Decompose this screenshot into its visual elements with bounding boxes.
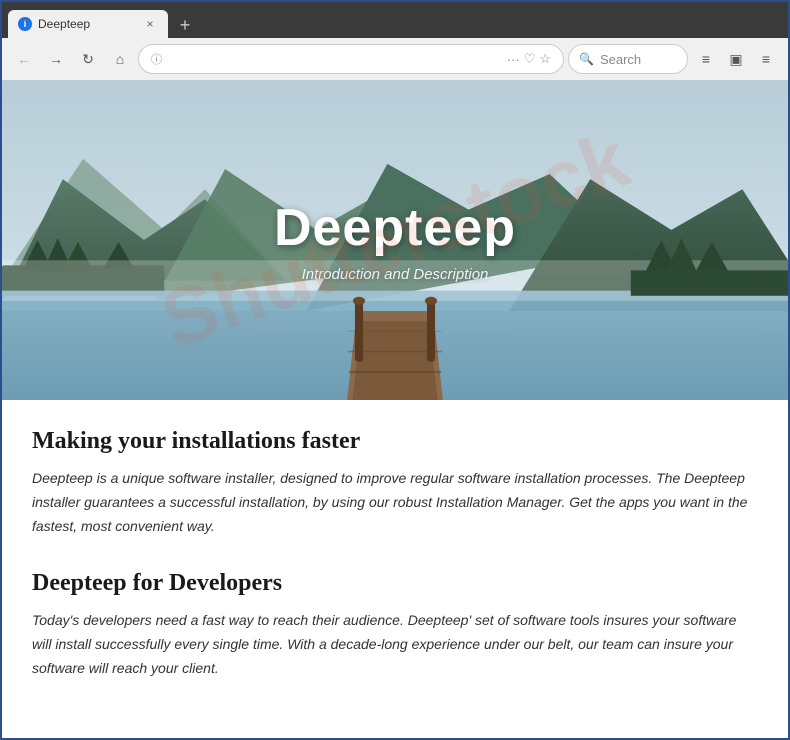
- section-1: Making your installations faster Deeptee…: [32, 428, 758, 538]
- hero-overlay: Deepteep Introduction and Description: [2, 80, 788, 400]
- url-bar[interactable]: ⓘ ··· ♡ ☆: [138, 44, 564, 74]
- search-icon: 🔍: [579, 52, 594, 66]
- hero-title: Deepteep: [274, 198, 516, 258]
- forward-button[interactable]: →: [42, 45, 70, 73]
- section-2-text: Today's developers need a fast way to re…: [32, 609, 758, 680]
- browser-content-wrapper: Deepteep Introduction and Description Sh…: [2, 80, 788, 738]
- bookmark-button[interactable]: ♡: [524, 51, 536, 67]
- tab-title: Deepteep: [38, 17, 136, 31]
- hero-subtitle: Introduction and Description: [302, 266, 489, 283]
- tab-favicon: i: [18, 17, 32, 31]
- hero-section: Deepteep Introduction and Description Sh…: [2, 80, 788, 400]
- tab-close-button[interactable]: ×: [142, 16, 158, 32]
- sidebar-button[interactable]: ▣: [722, 45, 750, 73]
- url-actions: ··· ♡ ☆: [507, 51, 551, 67]
- nav-bar: ← → ↻ ⌂ ⓘ ··· ♡ ☆ 🔍 Search ≡ ▣ ≡: [2, 38, 788, 80]
- url-security-icon: ⓘ: [151, 51, 162, 67]
- section-1-title: Making your installations faster: [32, 428, 758, 455]
- section-2-title: Deepteep for Developers: [32, 570, 758, 597]
- star-button[interactable]: ☆: [539, 51, 551, 67]
- menu-button[interactable]: ≡: [752, 45, 780, 73]
- tab-bar: i Deepteep × +: [2, 2, 788, 38]
- refresh-button[interactable]: ↻: [74, 45, 102, 73]
- back-button[interactable]: ←: [10, 45, 38, 73]
- home-button[interactable]: ⌂: [106, 45, 134, 73]
- content-area: Making your installations faster Deeptee…: [2, 400, 788, 738]
- page-content[interactable]: Deepteep Introduction and Description Sh…: [2, 80, 788, 738]
- search-placeholder: Search: [600, 52, 641, 67]
- nav-right-buttons: ≡ ▣ ≡: [692, 45, 780, 73]
- search-bar[interactable]: 🔍 Search: [568, 44, 688, 74]
- active-tab[interactable]: i Deepteep ×: [8, 10, 168, 38]
- more-button[interactable]: ···: [507, 52, 520, 67]
- browser-window: i Deepteep × + ← → ↻ ⌂ ⓘ ··· ♡ ☆ 🔍 Searc…: [0, 0, 790, 740]
- section-1-text: Deepteep is a unique software installer,…: [32, 467, 758, 538]
- section-2: Deepteep for Developers Today's develope…: [32, 570, 758, 680]
- reading-list-button[interactable]: ≡: [692, 45, 720, 73]
- new-tab-button[interactable]: +: [172, 12, 198, 38]
